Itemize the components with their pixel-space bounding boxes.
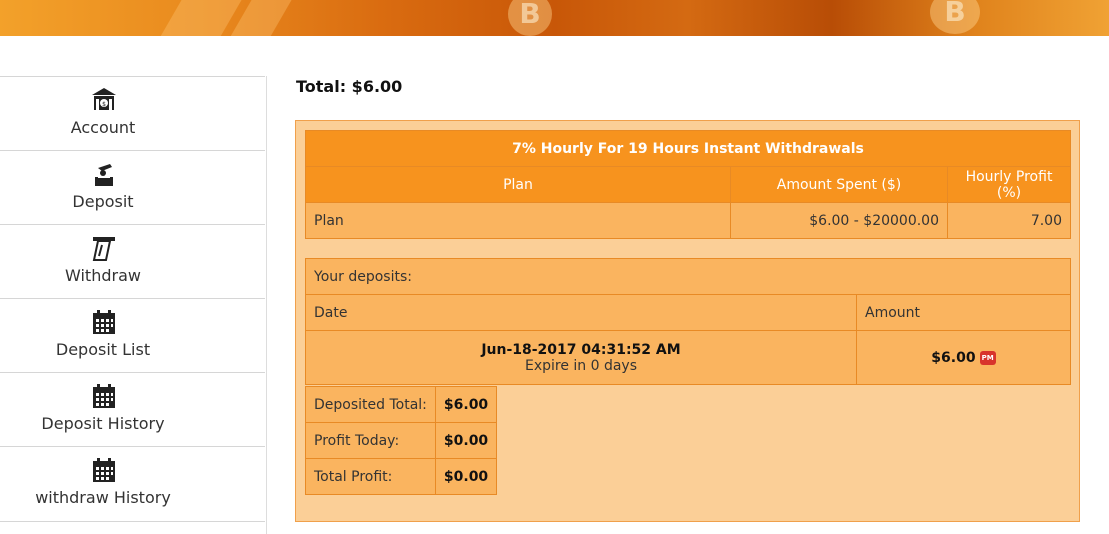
deposit-amount-cell: $6.00 PM	[856, 330, 1071, 385]
summary-label: Total Profit:	[305, 458, 436, 495]
summary-value: $6.00	[434, 386, 498, 423]
plan-header: Plan	[305, 166, 731, 203]
amount-spent-cell: $6.00 - $20000.00	[730, 202, 948, 239]
page-total: Total: $6.00	[296, 77, 403, 96]
summary-table: Deposited Total: $6.00 Profit Today: $0.…	[305, 386, 498, 495]
summary-value: $0.00	[434, 458, 498, 495]
amount-spent-header: Amount Spent ($)	[730, 166, 948, 203]
deposit-expire: Expire in 0 days	[524, 357, 638, 374]
deposit-date-cell: Jun-18-2017 04:31:52 AM Expire in 0 days	[305, 330, 857, 385]
sidebar-item-withdraw-history[interactable]: withdraw History	[0, 446, 265, 522]
plan-name-cell: Plan	[305, 202, 731, 239]
calendar-icon	[93, 458, 115, 482]
sidebar-item-deposit[interactable]: Deposit	[0, 150, 265, 225]
summary-label: Deposited Total:	[305, 386, 436, 423]
deposits-table: Your deposits: Date Amount Jun-18-2017 0…	[305, 258, 1071, 385]
amount-header: Amount	[856, 294, 1071, 331]
sidebar-item-label: Deposit	[72, 192, 134, 211]
deposit-hand-icon	[95, 164, 113, 186]
sidebar-item-deposit-list[interactable]: Deposit List	[0, 298, 265, 373]
withdraw-atm-icon	[92, 237, 115, 261]
sidebar-item-account[interactable]: $ Account	[0, 76, 265, 151]
svg-text:$: $	[102, 101, 106, 108]
calendar-icon	[93, 384, 115, 408]
deposit-panel: 7% Hourly For 19 Hours Instant Withdrawa…	[295, 120, 1080, 522]
deposit-amount: $6.00	[931, 349, 976, 366]
date-header: Date	[305, 294, 857, 331]
summary-value: $0.00	[434, 422, 498, 459]
hourly-profit-cell: 7.00	[947, 202, 1071, 239]
bank-dollar-icon: $	[92, 88, 116, 110]
sidebar-item-label: Deposit List	[55, 340, 151, 359]
plan-title: 7% Hourly For 19 Hours Instant Withdrawa…	[305, 130, 1071, 167]
hourly-profit-header: Hourly Profit (%)	[947, 166, 1071, 203]
summary-label: Profit Today:	[305, 422, 436, 459]
sidebar-item-label: Account	[70, 118, 136, 137]
sidebar-item-label: withdraw History	[35, 488, 171, 507]
sidebar-item-label: Deposit History	[41, 414, 165, 433]
sidebar-item-deposit-history[interactable]: Deposit History	[0, 372, 265, 447]
sidebar-item-withdraw[interactable]: Withdraw	[0, 224, 265, 299]
sidebar-menu: $ Account Deposit Withdraw Deposit List …	[0, 76, 267, 534]
calendar-icon	[93, 310, 115, 334]
perfect-money-badge: PM	[979, 350, 996, 365]
deposit-date: Jun-18-2017 04:31:52 AM	[481, 341, 681, 358]
plan-table: 7% Hourly For 19 Hours Instant Withdrawa…	[305, 130, 1071, 239]
header-banner: B B	[0, 0, 1109, 36]
sidebar-item-label: Withdraw	[65, 266, 141, 285]
deposits-label: Your deposits:	[305, 258, 1071, 295]
